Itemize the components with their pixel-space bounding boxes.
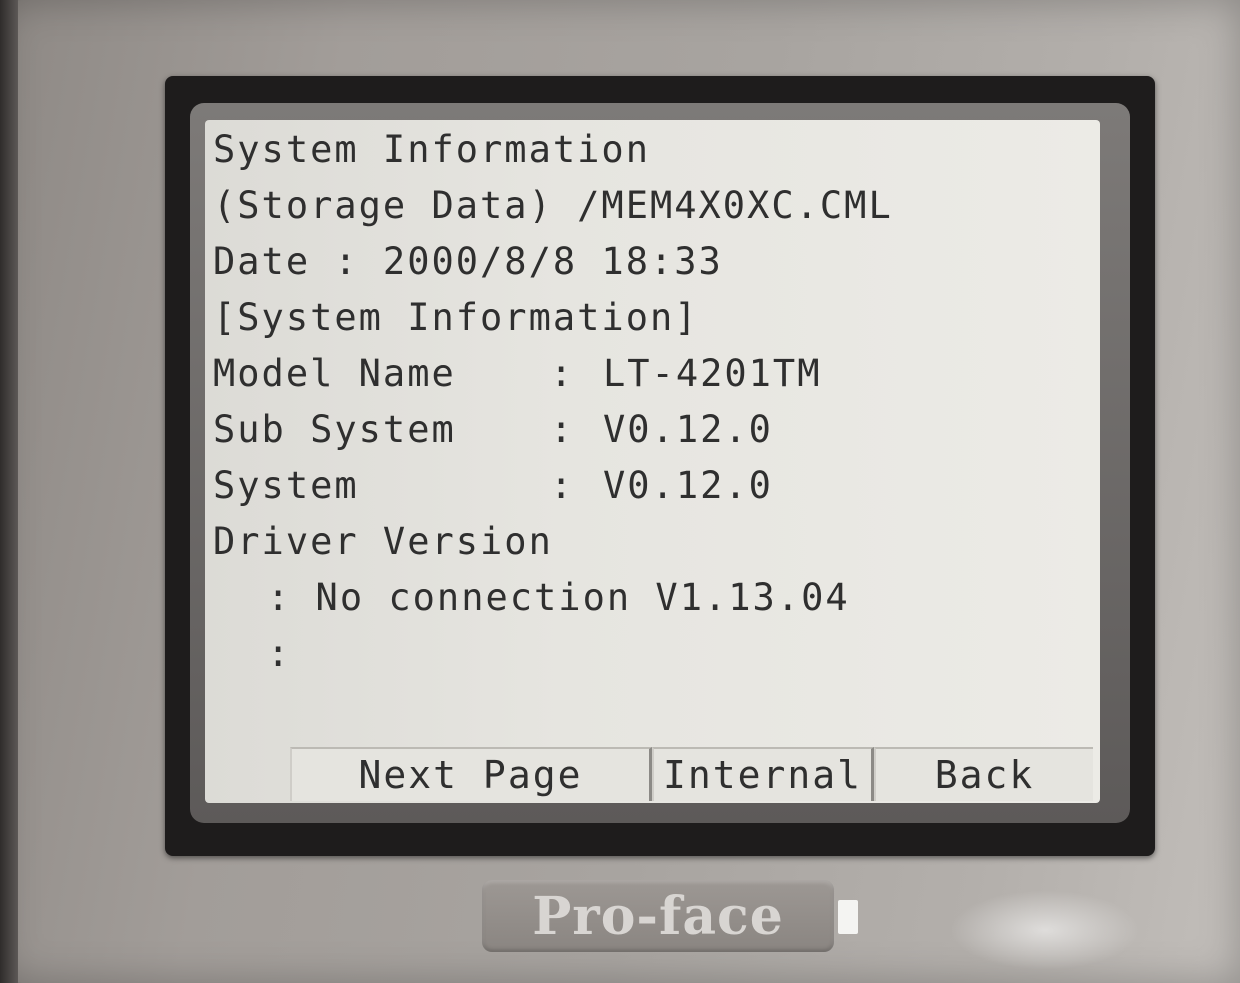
sub-system-label: Sub System [213, 408, 456, 451]
driver-version-value-2: : [267, 632, 292, 675]
driver-version-label: Driver Version [213, 520, 553, 563]
next-page-button[interactable]: Next Page [290, 747, 652, 801]
driver-version-value: : No connection V1.13.04 [267, 576, 850, 619]
hmi-device: System Information (Storage Data) /MEM4X… [0, 0, 1240, 983]
screen-title: System Information [213, 128, 650, 171]
system-separator: : [550, 464, 575, 507]
model-name-value: LT-4201TM [603, 352, 822, 395]
lcd-screen: System Information (Storage Data) /MEM4X… [205, 120, 1100, 803]
system-value: V0.12.0 [603, 464, 773, 507]
light-glare [950, 890, 1140, 970]
brand-logo: Pro-face [482, 880, 834, 952]
system-label: System [213, 464, 359, 507]
model-name-separator: : [550, 352, 575, 395]
back-button[interactable]: Back [874, 747, 1093, 801]
screen-button-bar: Next Page Internal Back [290, 747, 1093, 801]
date-line: Date : 2000/8/8 18:33 [213, 240, 723, 283]
sub-system-separator: : [550, 408, 575, 451]
device-edge [0, 0, 18, 983]
sub-system-value: V0.12.0 [603, 408, 773, 451]
status-indicator-light [838, 900, 858, 934]
internal-button[interactable]: Internal [652, 747, 874, 801]
section-header: [System Information] [213, 296, 699, 339]
storage-data-line: (Storage Data) /MEM4X0XC.CML [213, 184, 893, 227]
model-name-label: Model Name [213, 352, 456, 395]
